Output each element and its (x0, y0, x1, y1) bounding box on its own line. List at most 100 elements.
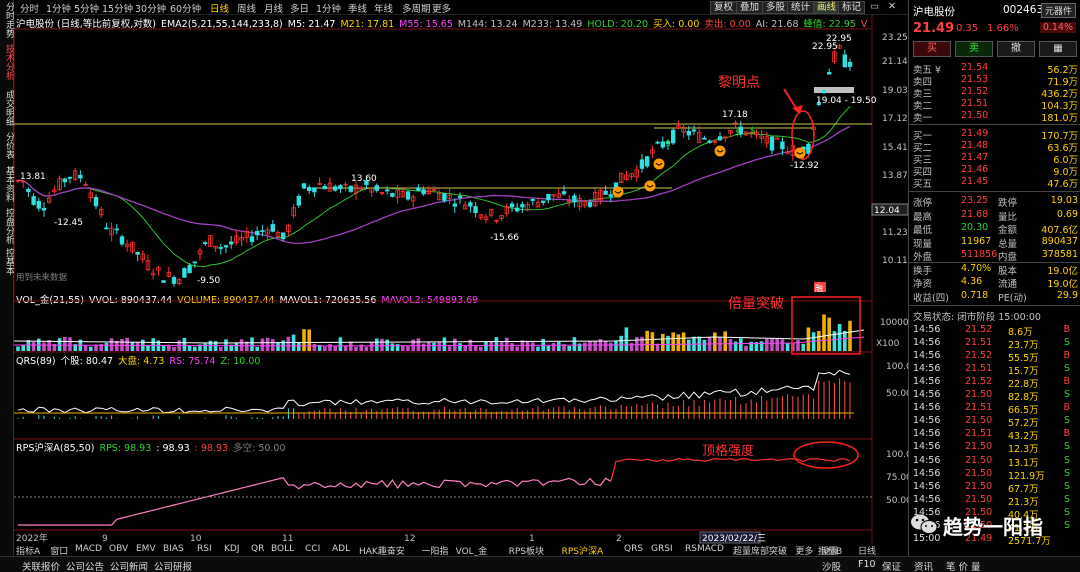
volume-bar (650, 332, 655, 351)
ask-row[interactable]: 卖四 21.53 71.9万 (913, 74, 1078, 88)
indicator-tab[interactable]: MACD (75, 544, 102, 554)
toolbar-button-3[interactable]: 统计 (787, 1, 815, 14)
candle-body (827, 72, 832, 75)
period-4[interactable]: 30分钟 (135, 1, 166, 15)
candle-body (192, 261, 197, 264)
candle-body (769, 136, 775, 151)
toolbar-button-4[interactable]: 画线 (813, 1, 841, 14)
period-7[interactable]: 周线 (237, 1, 256, 15)
close-icon[interactable]: ✕ (888, 1, 896, 12)
period-0[interactable]: 分时 (20, 1, 39, 15)
sell-button[interactable]: 卖 (955, 41, 993, 57)
indicator-tab[interactable]: OBV (109, 544, 128, 554)
indicator-tab[interactable]: KDJ (224, 544, 240, 554)
candle-body (254, 230, 260, 236)
ask-row[interactable]: 卖一 21.50 181.0万 (913, 110, 1078, 124)
volume-bar (239, 339, 244, 351)
period-9[interactable]: 多日 (290, 1, 309, 15)
kline-chart[interactable]: 22.9522.9517.1813.6013.81-12.45-9.50-15.… (14, 15, 908, 544)
period-10[interactable]: 1分钟 (316, 1, 341, 15)
tab-price-table[interactable]: 分价表 (0, 132, 14, 159)
toolbar-button-1[interactable]: 叠加 (736, 1, 764, 14)
status-link[interactable]: 公司公告 (66, 559, 104, 572)
candle-body (717, 136, 723, 141)
candle-body (348, 185, 353, 192)
bid-row[interactable]: 买三 21.47 6.0万 (913, 152, 1078, 166)
ask-row[interactable]: 卖二 21.51 104.3万 (913, 98, 1078, 112)
buy-signal-icon: $ (665, 139, 671, 149)
indicator-tab[interactable]: GRSI (651, 544, 673, 554)
volume-bar (770, 338, 774, 351)
indicator-tab[interactable]: RSI (197, 544, 212, 554)
status-right-link[interactable]: 沙股 (822, 559, 841, 572)
toolbar-button-5[interactable]: 标记 (838, 1, 866, 14)
tab-control-basic[interactable]: 控基本 (0, 248, 14, 275)
period-2[interactable]: 5分钟 (74, 1, 99, 15)
period-11[interactable]: 季线 (348, 1, 367, 15)
tick-row: 14:56 21.51 23.7万 S (913, 337, 1070, 352)
cancel-order-button[interactable]: 撤 (997, 41, 1035, 57)
period-3[interactable]: 15分钟 (102, 1, 133, 15)
period-13[interactable]: 多周期 (402, 1, 431, 15)
tab-technical[interactable]: 技术分析 (0, 44, 14, 80)
status-link[interactable]: 公司新闻 (110, 559, 148, 572)
volume-bar (479, 346, 483, 351)
volume-bar (499, 341, 504, 351)
grid-icon[interactable]: ▦ (1039, 41, 1077, 57)
candle-body (260, 230, 265, 233)
tab-control[interactable]: 控盘分析 (0, 208, 14, 244)
bid-row[interactable]: 买一 21.49 170.7万 (913, 128, 1078, 142)
toolbar-button-2[interactable]: 多股 (762, 1, 790, 14)
period-8[interactable]: 月线 (264, 1, 283, 15)
status-link[interactable]: 关联报价 (22, 559, 60, 572)
bid-row[interactable]: 买二 21.48 63.6万 (913, 140, 1078, 154)
indicator-tab[interactable]: ADL (332, 544, 350, 554)
period-12[interactable]: 年线 (374, 1, 393, 15)
indicator-tab[interactable]: EMV (136, 544, 156, 554)
indicator-tab[interactable]: RSMACD (685, 544, 724, 554)
period-14[interactable]: 更多 (432, 1, 451, 15)
indicator-tab[interactable]: CCI (305, 544, 320, 554)
bid-row[interactable]: 买五 21.45 47.6万 (913, 176, 1078, 190)
volume-bar (489, 341, 493, 351)
tab-intraday[interactable]: 分时走势 (0, 2, 14, 38)
ask-row[interactable]: 卖五 ¥21.54 56.2万 (913, 62, 1078, 76)
volume-bar (276, 342, 280, 351)
sector-button[interactable]: 元器件 (1040, 3, 1076, 18)
volume-bar (312, 343, 317, 351)
period-1[interactable]: 1分钟 (46, 1, 71, 15)
volume-bar (328, 344, 332, 351)
status-right-link[interactable]: 资讯 (914, 559, 933, 572)
volume-bar (806, 327, 811, 351)
volume-bar (765, 338, 769, 351)
bid-row[interactable]: 买四 21.46 9.0万 (913, 164, 1078, 178)
indicator-tab[interactable]: QR (251, 544, 264, 554)
candle-body (135, 251, 140, 255)
indicator-tab[interactable]: BOLL (271, 544, 294, 554)
indicator-tab[interactable]: BIAS (163, 544, 184, 554)
tab-trade-detail[interactable]: 成交明细 (0, 90, 14, 126)
candle-body (306, 187, 312, 191)
high-label-2: 22.95 (826, 34, 852, 44)
buy-button[interactable]: 买 (913, 41, 951, 57)
status-right-link[interactable]: F10 (858, 559, 876, 570)
toolbar-button-0[interactable]: 复权 (710, 1, 738, 14)
date-tick: 10 (190, 534, 202, 544)
buy-signal-icon: $ (750, 126, 756, 136)
tab-fundamentals[interactable]: 基本资料 (0, 166, 14, 202)
volume-bar (494, 337, 499, 351)
signal-icon (794, 147, 806, 159)
indicator-tab[interactable]: QRS (624, 544, 643, 554)
period-5[interactable]: 60分钟 (170, 1, 201, 15)
signal-icon (653, 158, 665, 170)
status-right-link[interactable]: 保证 (882, 559, 901, 572)
restore-icon[interactable]: ▭ (870, 1, 879, 12)
period-6[interactable]: 日线 (210, 1, 229, 15)
ask-row[interactable]: 卖三 21.52 436.2万 (913, 86, 1078, 100)
volume-bar (406, 346, 410, 351)
status-link[interactable]: 公司研报 (154, 559, 192, 572)
tick-row: 14:56 21.52 55.5万 B (913, 350, 1070, 365)
volume-bar (733, 341, 738, 351)
trade-status: 交易状态: 闭市阶段 15:00:00 (913, 312, 1041, 323)
volume-badge: 融 (815, 283, 823, 293)
